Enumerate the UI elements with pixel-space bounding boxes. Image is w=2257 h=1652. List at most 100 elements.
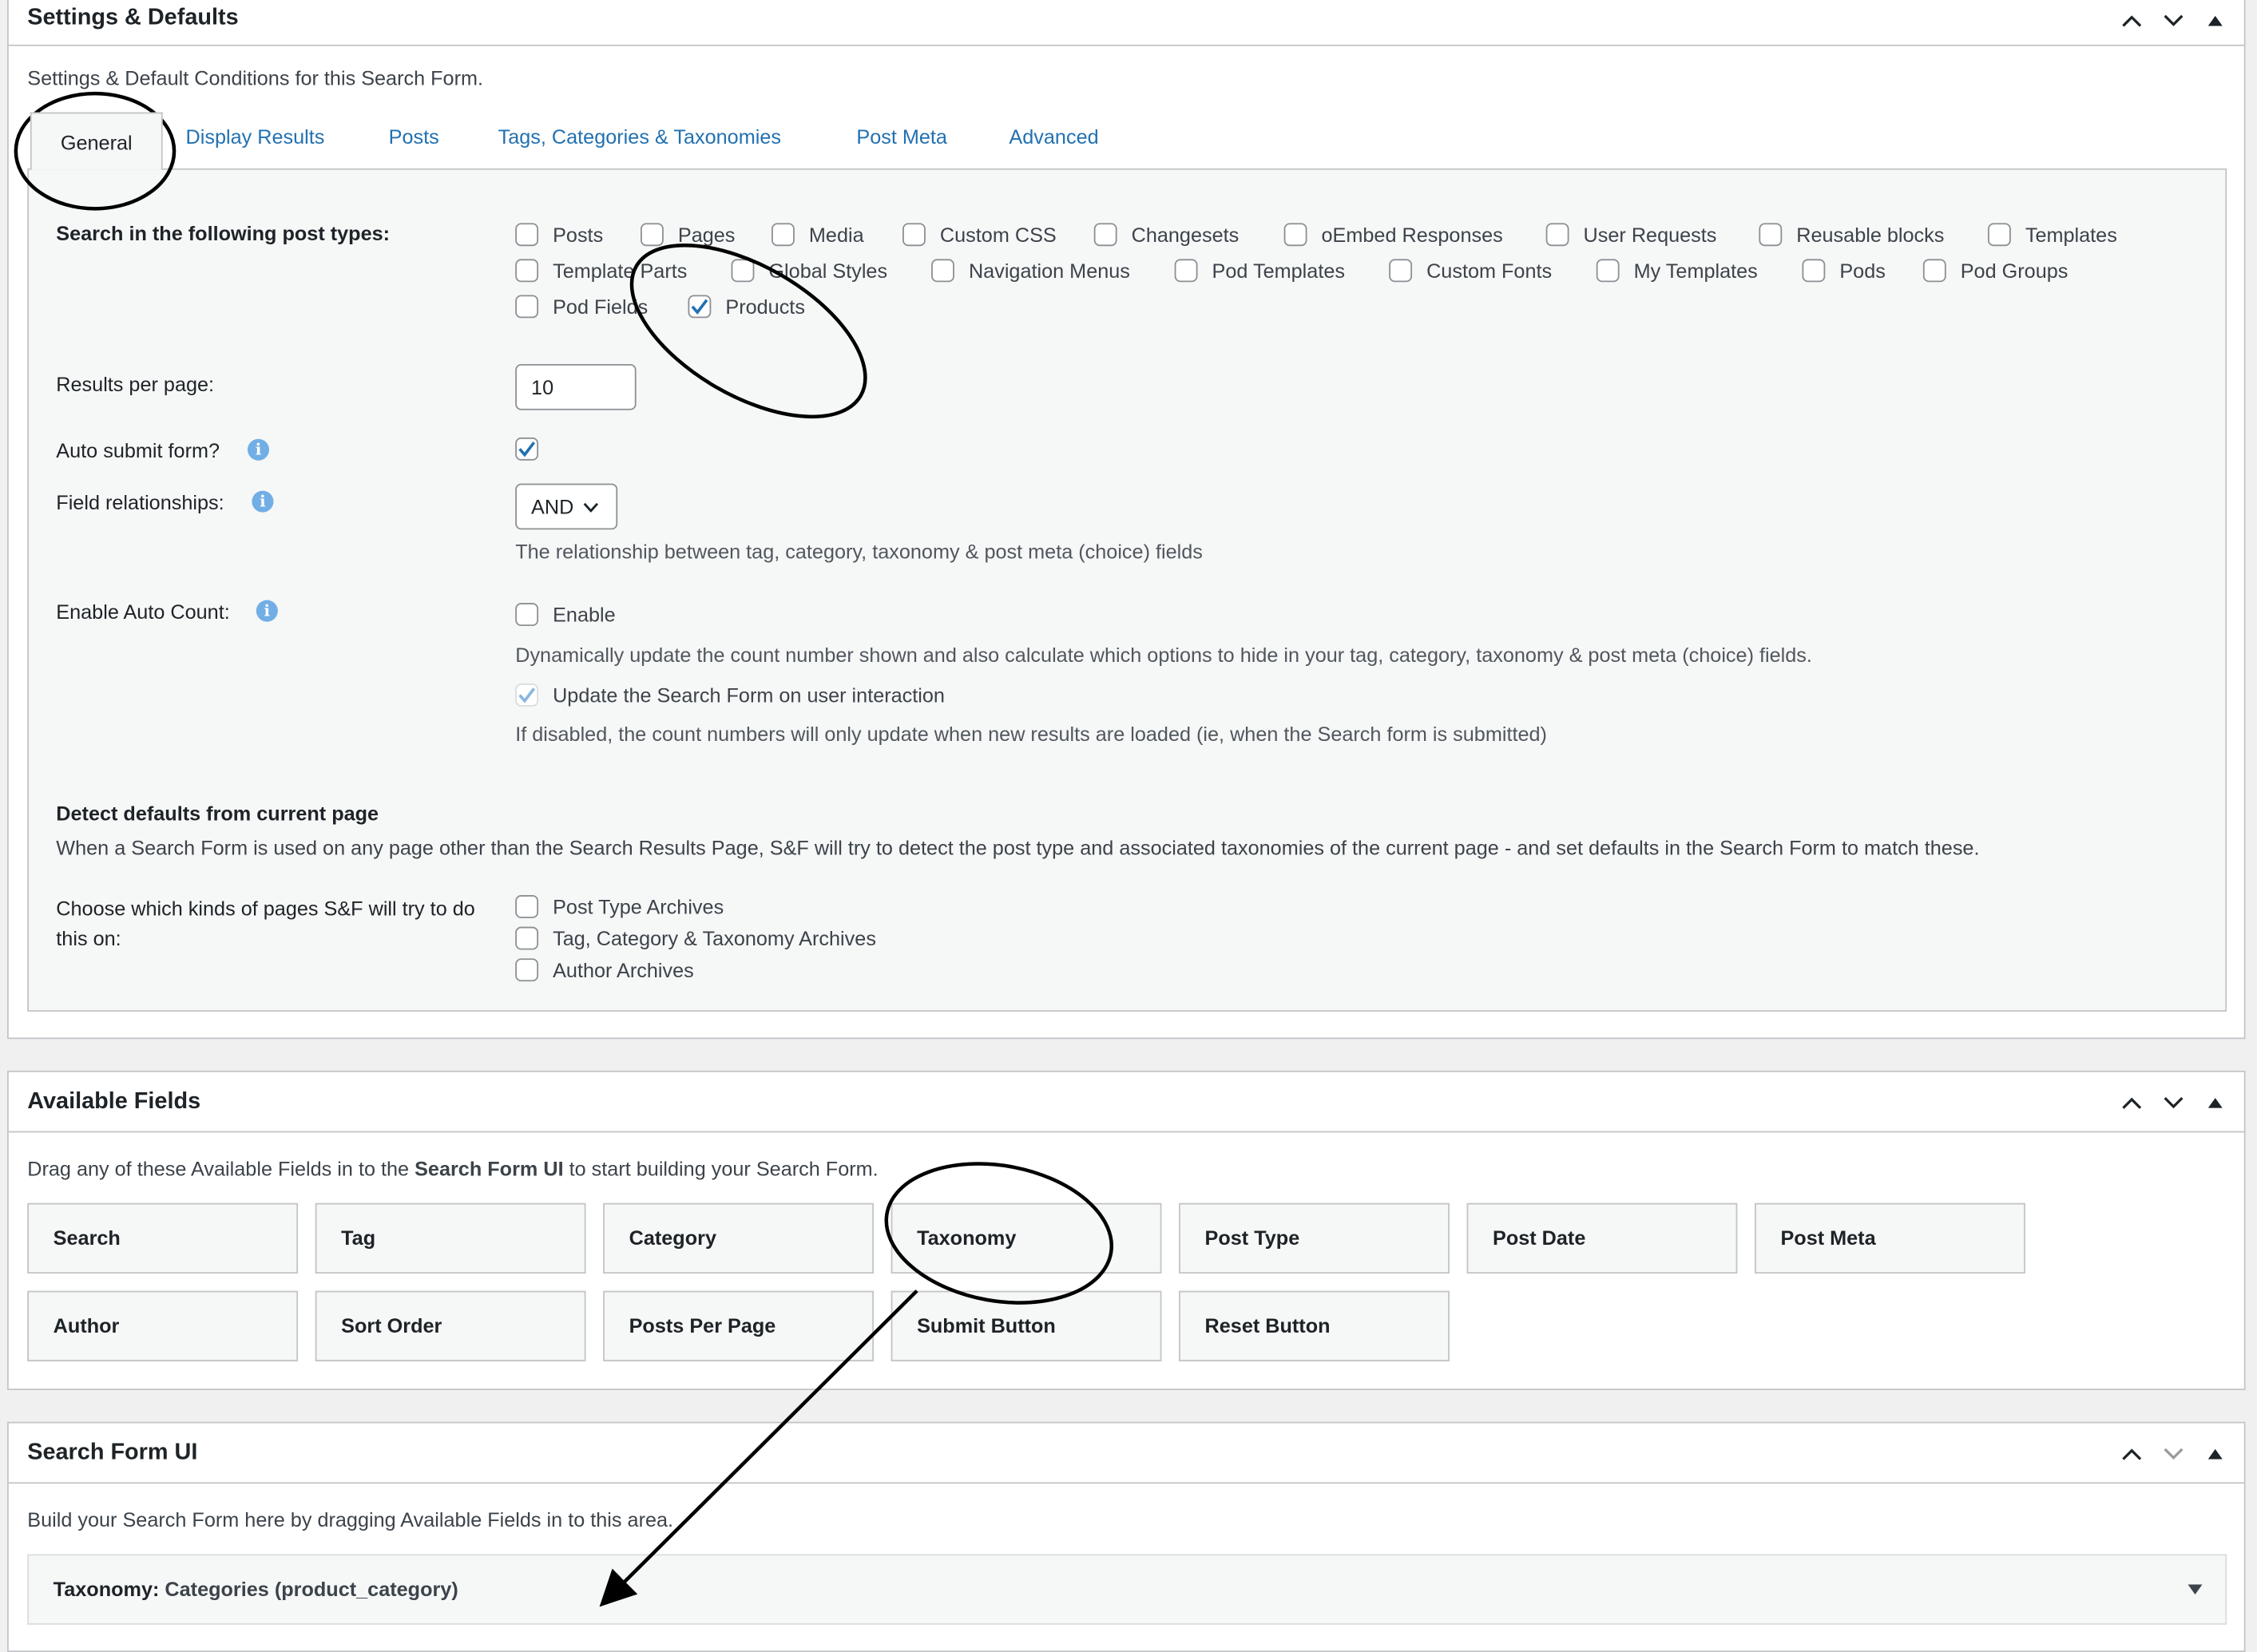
post-type-my-templates-checkbox[interactable]: My Templates bbox=[1596, 256, 1758, 285]
post-type-templates-checkbox[interactable]: Templates bbox=[1987, 220, 2117, 249]
move-up-icon[interactable] bbox=[2110, 1435, 2152, 1472]
post-type-label: My Templates bbox=[1633, 259, 1758, 283]
checkbox-icon bbox=[515, 603, 539, 627]
field-tile-author[interactable]: Author bbox=[27, 1290, 299, 1361]
post-type-navigation-menus-checkbox[interactable]: Navigation Menus bbox=[931, 256, 1130, 285]
detect-defaults-heading: Detect defaults from current page bbox=[56, 801, 379, 825]
admin-page: Settings & Defaults Settings & Default C… bbox=[0, 0, 2257, 1652]
checkbox-checked-icon bbox=[515, 437, 539, 461]
field-tile-search[interactable]: Search bbox=[27, 1202, 299, 1274]
checkbox-icon bbox=[1545, 223, 1569, 247]
checkbox-icon bbox=[1283, 223, 1307, 247]
tab-taxonomies[interactable]: Tags, Categories & Taxonomies bbox=[498, 125, 781, 149]
field-tile-post-date[interactable]: Post Date bbox=[1466, 1202, 1738, 1274]
auto-count-label: Enable Auto Count: bbox=[56, 600, 230, 624]
move-down-icon[interactable] bbox=[2152, 1084, 2193, 1121]
results-per-page-label: Results per page: bbox=[56, 372, 215, 396]
checkbox-icon bbox=[515, 259, 539, 283]
checkbox-checked-icon bbox=[515, 683, 539, 707]
field-tile-post-meta[interactable]: Post Meta bbox=[1755, 1202, 2025, 1274]
post-type-user-requests-checkbox[interactable]: User Requests bbox=[1545, 220, 1717, 249]
post-type-label: Template Parts bbox=[553, 259, 688, 283]
info-icon[interactable]: i bbox=[247, 438, 270, 461]
post-type-pod-groups-checkbox[interactable]: Pod Groups bbox=[1922, 256, 2069, 285]
post-type-reusable-blocks-checkbox[interactable]: Reusable blocks bbox=[1759, 220, 1944, 249]
tab-post-meta[interactable]: Post Meta bbox=[856, 125, 947, 149]
post-type-custom-css-checkbox[interactable]: Custom CSS bbox=[902, 220, 1057, 249]
post-type-pod-fields-checkbox[interactable]: Pod Fields bbox=[515, 292, 648, 321]
settings-title: Settings & Defaults bbox=[27, 6, 239, 30]
taxonomy-field-row[interactable]: Taxonomy: Categories (product_category) bbox=[27, 1554, 2227, 1625]
tab-posts[interactable]: Posts bbox=[389, 125, 439, 149]
available-fields-description: Drag any of these Available Fields in to… bbox=[27, 1157, 878, 1180]
search-form-ui-header[interactable]: Search Form UI bbox=[8, 1423, 2244, 1484]
post-type-label: Reusable blocks bbox=[1796, 223, 1945, 247]
info-icon[interactable]: i bbox=[256, 600, 278, 622]
post-type-pod-templates-checkbox[interactable]: Pod Templates bbox=[1174, 256, 1345, 285]
post-type-oembed-responses-checkbox[interactable]: oEmbed Responses bbox=[1283, 220, 1503, 249]
post-type-label: Templates bbox=[2025, 223, 2117, 247]
field-tile-category[interactable]: Category bbox=[603, 1202, 874, 1274]
tab-general[interactable]: General bbox=[30, 112, 163, 170]
checkbox-icon bbox=[1759, 223, 1783, 247]
field-tile-tag[interactable]: Tag bbox=[315, 1202, 586, 1274]
settings-defaults-box: Settings & Defaults Settings & Default C… bbox=[7, 0, 2246, 1040]
choose-pages-label: Choose which kinds of pages S&F will try… bbox=[56, 896, 475, 950]
post-type-custom-fonts-checkbox[interactable]: Custom Fonts bbox=[1389, 256, 1552, 285]
post-type-products-checkbox[interactable]: Products bbox=[688, 292, 805, 321]
post-type-template-parts-checkbox[interactable]: Template Parts bbox=[515, 256, 687, 285]
auto-submit-checkbox[interactable] bbox=[515, 434, 553, 463]
checkbox-icon bbox=[515, 958, 539, 982]
collapse-toggle-icon[interactable] bbox=[2194, 2, 2235, 39]
results-per-page-input[interactable]: 10 bbox=[515, 363, 637, 410]
move-up-icon[interactable] bbox=[2110, 1084, 2152, 1121]
field-tile-reset-button[interactable]: Reset Button bbox=[1179, 1290, 1450, 1361]
auto-count-enable-checkbox[interactable]: Enable bbox=[515, 600, 616, 629]
tab-display-results[interactable]: Display Results bbox=[185, 125, 324, 149]
settings-header[interactable]: Settings & Defaults bbox=[8, 0, 2244, 46]
collapse-toggle-icon[interactable] bbox=[2194, 1435, 2235, 1472]
page-kind-post-type-archives-checkbox[interactable]: Post Type Archives bbox=[515, 892, 724, 921]
field-tile-submit-button[interactable]: Submit Button bbox=[891, 1290, 1162, 1361]
auto-count-enable-label: Enable bbox=[553, 603, 616, 627]
post-type-label: Posts bbox=[553, 223, 604, 247]
page-kind-label: Author Archives bbox=[553, 958, 694, 982]
move-down-icon[interactable] bbox=[2152, 1435, 2193, 1472]
post-type-pages-checkbox[interactable]: Pages bbox=[641, 220, 735, 249]
post-type-posts-checkbox[interactable]: Posts bbox=[515, 220, 603, 249]
page-kind-tag-category-taxonomy-archives-checkbox[interactable]: Tag, Category & Taxonomy Archives bbox=[515, 924, 876, 953]
post-type-label: Pod Groups bbox=[1960, 259, 2069, 283]
post-type-label: Changesets bbox=[1131, 223, 1240, 247]
post-type-label: oEmbed Responses bbox=[1321, 223, 1503, 247]
available-fields-header[interactable]: Available Fields bbox=[8, 1072, 2244, 1133]
move-down-icon[interactable] bbox=[2152, 2, 2193, 39]
checkbox-icon bbox=[515, 223, 539, 247]
post-type-media-checkbox[interactable]: Media bbox=[772, 220, 864, 249]
post-type-changesets-checkbox[interactable]: Changesets bbox=[1093, 220, 1240, 249]
post-type-global-styles-checkbox[interactable]: Global Styles bbox=[731, 256, 887, 285]
info-icon[interactable]: i bbox=[252, 490, 274, 513]
post-type-label: Media bbox=[808, 223, 864, 247]
checkbox-checked-icon bbox=[688, 295, 712, 319]
taxonomy-row-value: Categories (product_category) bbox=[165, 1577, 458, 1601]
field-tile-post-type[interactable]: Post Type bbox=[1179, 1202, 1450, 1274]
move-up-icon[interactable] bbox=[2110, 2, 2152, 39]
field-relationships-select[interactable]: AND bbox=[515, 483, 618, 530]
expand-arrow-icon[interactable] bbox=[2188, 1584, 2203, 1595]
page-kind-author-archives-checkbox[interactable]: Author Archives bbox=[515, 956, 694, 984]
field-tile-sort-order[interactable]: Sort Order bbox=[315, 1290, 586, 1361]
auto-count-note: Dynamically update the count number show… bbox=[515, 643, 1812, 667]
post-type-label: User Requests bbox=[1583, 223, 1717, 247]
field-tile-taxonomy[interactable]: Taxonomy bbox=[891, 1202, 1162, 1274]
checkbox-icon bbox=[1093, 223, 1117, 247]
post-type-pods-checkbox[interactable]: Pods bbox=[1802, 256, 1886, 285]
post-type-label: Pages bbox=[677, 223, 736, 247]
update-form-checkbox[interactable]: Update the Search Form on user interacti… bbox=[515, 680, 945, 709]
settings-controls bbox=[2110, 2, 2235, 39]
field-tile-posts-per-page[interactable]: Posts Per Page bbox=[603, 1290, 874, 1361]
tab-advanced[interactable]: Advanced bbox=[1009, 125, 1098, 149]
checkbox-icon bbox=[1802, 259, 1826, 283]
detect-defaults-text: When a Search Form is used on any page o… bbox=[56, 836, 1980, 859]
collapse-toggle-icon[interactable] bbox=[2194, 1084, 2235, 1121]
settings-description: Settings & Default Conditions for this S… bbox=[27, 65, 484, 89]
